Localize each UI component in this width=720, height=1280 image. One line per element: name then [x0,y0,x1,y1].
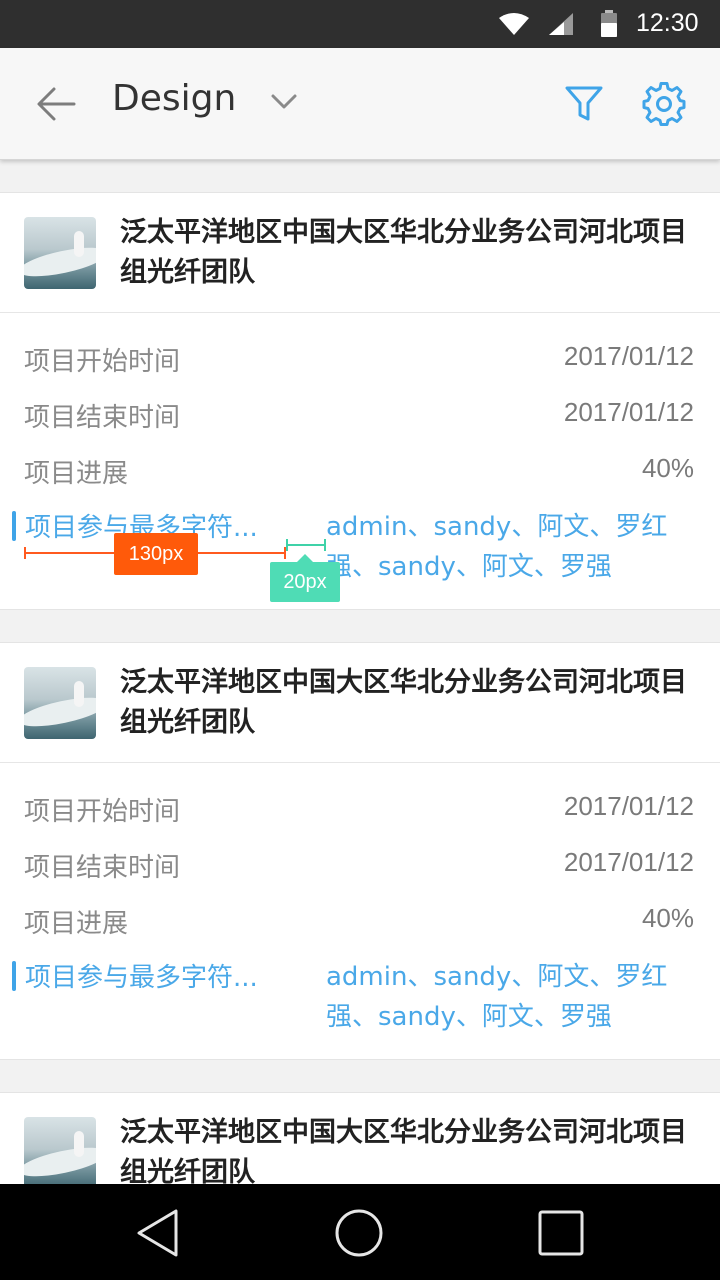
gear-icon[interactable] [642,82,686,126]
width-annotation-badge: 130px [114,533,198,575]
back-triangle-icon[interactable] [136,1208,180,1258]
end-time-row: 项目结束时间 2017/01/12 [24,847,694,887]
project-thumbnail [24,667,96,739]
card-header: 泛太平洋地区中国大区华北分业务公司河北项目组光纤团队 [0,643,720,763]
progress-row: 项目进展 40% [24,903,694,943]
gap-end-tick [324,539,326,551]
start-time-label: 项目开始时间 [24,347,181,377]
wifi-icon [499,13,529,35]
participants-value: admin、sandy、阿文、罗红强、sandy、阿文、罗强 [326,962,668,1032]
participants-row: 项目参与最多字符... admin、sandy、阿文、罗红强、sandy、阿文、… [12,957,702,1047]
progress-label: 项目进展 [24,909,129,939]
project-list: 泛太平洋地区中国大区华北分业务公司河北项目组光纤团队 项目开始时间 2017/0… [0,160,720,1184]
chevron-down-icon[interactable] [270,92,298,112]
accent-bar [12,511,16,541]
project-thumbnail [24,1117,96,1184]
start-time-row: 项目开始时间 2017/01/12 [24,791,694,831]
end-time-row: 项目结束时间 2017/01/12 [24,397,694,437]
start-time-value: 2017/01/12 [563,791,694,821]
participants-value: admin、sandy、阿文、罗红强、sandy、阿文、罗强 [326,512,668,582]
participants-label: 项目参与最多字符... [25,963,258,993]
start-time-row: 项目开始时间 2017/01/12 [24,341,694,381]
navigation-bar [0,1184,720,1280]
project-title: 泛太平洋地区中国大区华北分业务公司河北项目组光纤团队 [120,217,687,288]
end-time-label: 项目结束时间 [24,853,181,883]
project-card[interactable]: 泛太平洋地区中国大区华北分业务公司河北项目组光纤团队 项目开始时间 2017/0… [0,192,720,610]
progress-value: 40% [641,903,694,933]
end-time-value: 2017/01/12 [563,847,694,877]
card-header: 泛太平洋地区中国大区华北分业务公司河北项目组光纤团队 [0,193,720,313]
page-title: Design [112,78,237,119]
signal-icon [549,13,573,35]
project-card[interactable]: 泛太平洋地区中国大区华北分业务公司河北项目组光纤团队 项目开始时间 2017/0… [0,642,720,1060]
accent-bar [12,961,16,991]
progress-label: 项目进展 [24,459,129,489]
progress-row: 项目进展 40% [24,453,694,493]
project-thumbnail [24,217,96,289]
gap-measure-line [286,544,326,546]
card-header: 泛太平洋地区中国大区华北分业务公司河北项目组光纤团队 [0,1093,720,1184]
battery-icon [601,10,617,37]
recents-square-icon[interactable] [538,1210,584,1256]
end-time-label: 项目结束时间 [24,403,181,433]
start-time-label: 项目开始时间 [24,797,181,827]
end-time-value: 2017/01/12 [563,397,694,427]
project-title: 泛太平洋地区中国大区华北分业务公司河北项目组光纤团队 [120,1117,687,1184]
project-card[interactable]: 泛太平洋地区中国大区华北分业务公司河北项目组光纤团队 [0,1092,720,1184]
project-title: 泛太平洋地区中国大区华北分业务公司河北项目组光纤团队 [120,667,687,738]
filter-icon[interactable] [564,84,604,124]
app-bar: Design [0,48,720,160]
gap-annotation-badge: 20px [270,562,340,602]
start-time-value: 2017/01/12 [563,341,694,371]
clock: 12:30 [636,9,699,37]
progress-value: 40% [641,453,694,483]
gap-pointer [297,554,313,562]
back-arrow-icon[interactable] [36,84,76,124]
home-circle-icon[interactable] [334,1208,384,1258]
status-bar: 12:30 [0,0,720,48]
card-details: 项目开始时间 2017/01/12 项目结束时间 2017/01/12 项目进展… [0,763,720,1059]
card-details: 项目开始时间 2017/01/12 项目结束时间 2017/01/12 项目进展… [0,313,720,609]
